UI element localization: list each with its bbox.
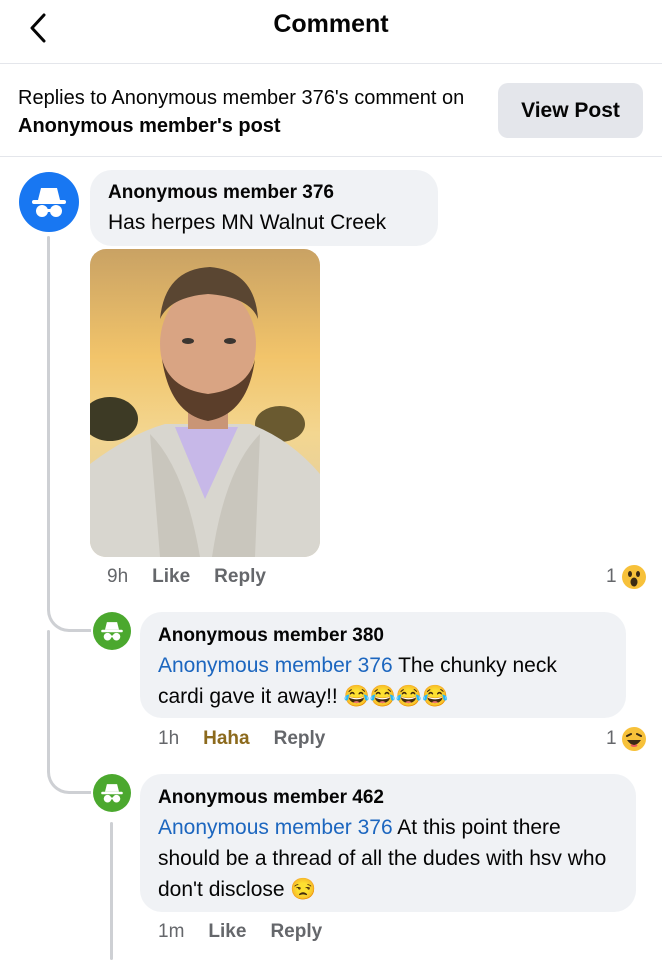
like-button[interactable]: Like — [208, 921, 246, 943]
reaction-count: 1 — [606, 728, 617, 749]
reply-time: 1h — [158, 728, 180, 749]
reply-author[interactable]: Anonymous member 380 — [158, 624, 608, 648]
reply-actions: 1h Haha Reply — [158, 728, 325, 750]
avatar[interactable] — [93, 774, 131, 812]
comment-text: Has herpes MN Walnut Creek — [108, 211, 387, 234]
like-button[interactable]: Like — [152, 566, 190, 588]
thread-branch — [47, 752, 91, 794]
thread-branch — [47, 590, 91, 632]
page-title: Comment — [273, 10, 389, 38]
avatar[interactable] — [93, 612, 131, 650]
thread-line — [47, 630, 50, 760]
comment-bubble: Anonymous member 376 Has herpes MN Walnu… — [90, 170, 438, 246]
reaction-summary[interactable]: 1 — [606, 564, 647, 590]
comment-actions: 9h Like Reply — [107, 566, 266, 588]
reply-actions: 1m Like Reply — [158, 921, 322, 943]
mention-link[interactable]: Anonymous member 376 — [158, 654, 393, 677]
anonymous-incognito-icon — [32, 188, 66, 217]
reply-context: Replies to Anonymous member 376's commen… — [18, 84, 478, 140]
reply-time: 1m — [158, 921, 185, 942]
divider — [0, 156, 662, 157]
wow-reaction-icon — [621, 565, 646, 589]
laughing-emojis: 😂😂😂😂 — [343, 685, 449, 708]
reply-button[interactable]: Reply — [270, 921, 322, 943]
reply-author[interactable]: Anonymous member 462 — [158, 786, 618, 810]
comment-photo[interactable] — [90, 249, 320, 557]
top-bar: Comment — [0, 0, 662, 64]
portrait-image — [90, 249, 320, 557]
comment-time: 9h — [107, 566, 129, 587]
reaction-summary[interactable]: 1 — [606, 726, 647, 752]
reply-bubble: Anonymous member 462 Anonymous member 37… — [140, 774, 636, 912]
reply-bubble: Anonymous member 380 Anonymous member 37… — [140, 612, 626, 718]
context-suffix: 's post — [216, 115, 281, 137]
view-post-button[interactable]: View Post — [498, 83, 643, 138]
post-owner-link[interactable]: Anonymous member — [18, 115, 217, 137]
comment-author[interactable]: Anonymous member 376 — [108, 181, 420, 205]
reply-button[interactable]: Reply — [274, 728, 326, 750]
anonymous-incognito-icon — [101, 784, 123, 803]
thread-line — [47, 236, 50, 596]
anonymous-incognito-icon — [101, 622, 123, 641]
mention-link[interactable]: Anonymous member 376 — [158, 816, 393, 839]
reaction-count: 1 — [606, 566, 617, 587]
avatar[interactable] — [19, 172, 79, 232]
reply-text: Anonymous member 376 At this point there… — [158, 812, 618, 905]
unamused-emoji: 😒 — [290, 878, 317, 901]
thread-line — [110, 822, 113, 960]
haha-button[interactable]: Haha — [203, 728, 249, 750]
context-prefix: Replies to Anonymous member 376's commen… — [18, 87, 465, 109]
reply-button[interactable]: Reply — [214, 566, 266, 588]
reply-text: Anonymous member 376 The chunky neck car… — [158, 650, 608, 712]
haha-reaction-icon — [621, 727, 646, 751]
